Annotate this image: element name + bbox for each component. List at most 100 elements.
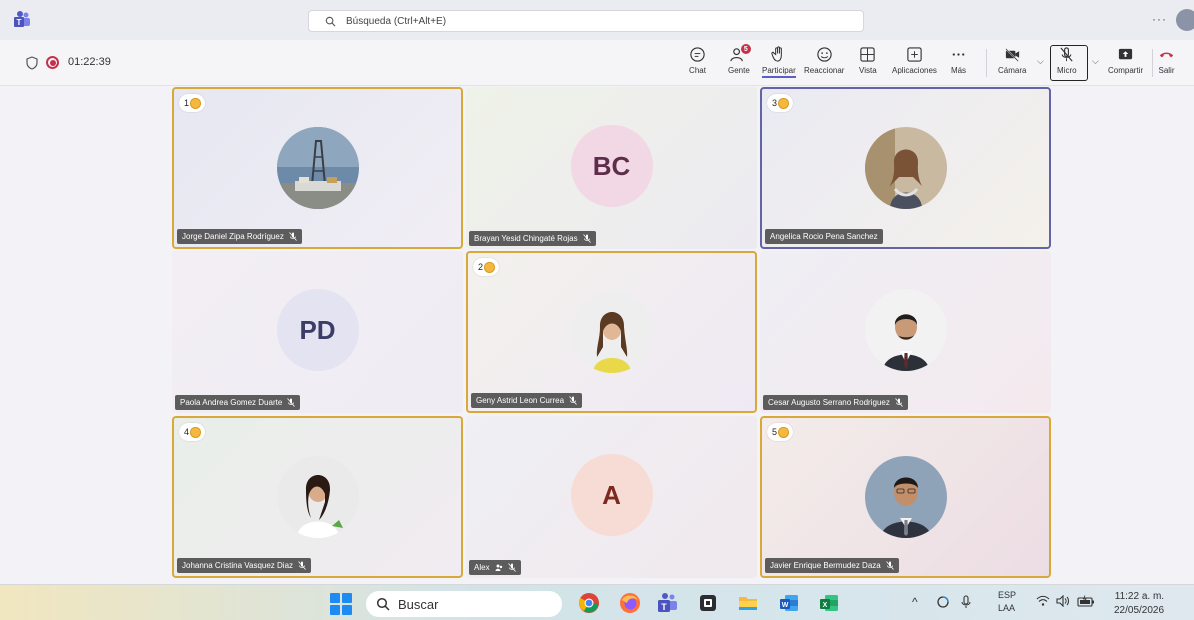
tray-overflow-chevron-icon[interactable]: ^ xyxy=(912,595,918,609)
mic-options-chevron-icon[interactable]: ⌵ xyxy=(1092,56,1099,67)
word-icon[interactable]: W xyxy=(778,592,800,614)
participant-tile[interactable]: 4 Johanna Cristina Vasquez Diaz xyxy=(172,416,463,578)
mic-muted-icon xyxy=(582,234,591,243)
share-icon xyxy=(1118,48,1133,60)
teams-taskbar-icon[interactable]: T xyxy=(656,592,678,614)
cloud-sync-icon[interactable] xyxy=(936,595,950,609)
participant-tile[interactable]: 5 Javier Enrique Bermudez Daza xyxy=(760,416,1051,578)
more-button[interactable]: Más xyxy=(950,46,967,75)
wifi-icon[interactable] xyxy=(1036,595,1050,607)
user-avatar[interactable] xyxy=(1176,9,1194,31)
camera-options-chevron-icon[interactable]: ⌵ xyxy=(1037,56,1044,67)
participant-tile-active-speaker[interactable]: 3 Angelica Rocio Pena Sanchez xyxy=(760,87,1051,249)
participant-name: Cesar Augusto Serrano Rodriguez xyxy=(768,398,890,407)
mic-muted-icon xyxy=(569,396,577,405)
svg-text:T: T xyxy=(17,18,22,27)
excel-icon[interactable]: X xyxy=(818,592,840,614)
raised-hand-badge: 2 xyxy=(473,258,500,276)
participant-photo xyxy=(276,127,359,209)
file-explorer-icon[interactable] xyxy=(737,592,759,614)
battery-icon[interactable] xyxy=(1077,595,1095,607)
mic-muted-icon xyxy=(287,398,296,407)
search-bar[interactable]: Búsqueda (Ctrl+Alt+E) xyxy=(308,10,864,32)
svg-text:X: X xyxy=(823,602,828,609)
mic-tray-icon[interactable] xyxy=(960,595,972,609)
taskbar-search[interactable]: Buscar xyxy=(366,591,562,617)
participant-name-tag: Cesar Augusto Serrano Rodriguez xyxy=(763,395,908,410)
participant-name-tag: Alex xyxy=(469,560,521,575)
hand-order: 4 xyxy=(184,427,190,437)
react-label: Reaccionar xyxy=(804,66,845,75)
react-button[interactable]: Reaccionar xyxy=(804,46,844,75)
participant-name-tag: Geny Astrid Leon Currea xyxy=(471,393,583,408)
grid-view-icon xyxy=(860,47,875,62)
participant-initials-avatar: BC xyxy=(570,125,653,207)
toolbar-divider xyxy=(1152,49,1153,77)
mic-muted-icon xyxy=(289,232,297,241)
search-icon xyxy=(376,597,390,611)
camera-button[interactable]: Cámara xyxy=(998,46,1026,75)
mic-off-icon xyxy=(1060,47,1073,62)
raised-hand-icon xyxy=(484,261,496,273)
recording-icon xyxy=(46,56,59,69)
camera-off-icon xyxy=(1005,48,1019,62)
mic-muted-icon xyxy=(885,561,894,570)
participant-name-tag: Brayan Yesid Chingaté Rojas xyxy=(469,231,596,246)
participant-name: Jorge Daniel Zipa Rodríguez xyxy=(182,232,284,241)
more-options-icon[interactable]: ··· xyxy=(1152,12,1167,26)
keyboard-language[interactable]: ESP LAA xyxy=(998,589,1016,615)
people-badge: 5 xyxy=(740,44,751,54)
view-button[interactable]: Vista xyxy=(859,46,877,75)
system-clock[interactable]: 11:22 a. m. 22/05/2026 xyxy=(1114,590,1164,618)
firefox-icon[interactable] xyxy=(619,592,641,614)
participant-tile[interactable]: 2 Geny Astrid Leon Currea xyxy=(466,251,757,413)
participant-tile[interactable]: BC Brayan Yesid Chingaté Rojas xyxy=(466,87,757,249)
search-icon xyxy=(325,16,336,26)
participant-name: Alex xyxy=(474,563,490,572)
share-button[interactable]: Compartir xyxy=(1108,46,1143,75)
guest-icon xyxy=(495,564,502,571)
svg-text:T: T xyxy=(661,602,667,612)
apps-button[interactable]: Aplicaciones xyxy=(892,46,937,75)
chat-icon xyxy=(690,47,705,62)
windows-start-icon[interactable] xyxy=(330,593,352,615)
leave-button[interactable]: Salir xyxy=(1158,46,1175,75)
more-label: Más xyxy=(950,66,967,75)
mic-muted-icon xyxy=(298,561,306,570)
mic-label: Micro xyxy=(1057,66,1077,75)
participant-name: Brayan Yesid Chingaté Rojas xyxy=(474,234,578,243)
raised-hand-badge: 4 xyxy=(179,423,206,441)
raised-hand-icon xyxy=(778,426,790,438)
raised-hand-icon xyxy=(778,97,790,109)
leave-label: Salir xyxy=(1158,66,1175,75)
volume-icon[interactable] xyxy=(1056,595,1070,607)
participant-name: Javier Enrique Bermudez Daza xyxy=(770,561,881,570)
participant-initials-avatar: A xyxy=(570,454,653,536)
hand-order: 3 xyxy=(772,98,778,108)
participant-tile[interactable]: Cesar Augusto Serrano Rodriguez xyxy=(760,251,1051,413)
view-label: Vista xyxy=(859,66,877,75)
chrome-icon[interactable] xyxy=(578,592,600,614)
participant-tile[interactable]: PD Paola Andrea Gomez Duarte xyxy=(172,251,463,413)
hand-order: 1 xyxy=(184,98,190,108)
toolbar-divider xyxy=(986,49,987,77)
people-button[interactable]: 5 Gente xyxy=(728,44,751,75)
outlook-icon[interactable] xyxy=(697,592,719,614)
language-code: ESP xyxy=(998,590,1017,600)
participant-name: Paola Andrea Gomez Duarte xyxy=(180,398,283,407)
apps-label: Aplicaciones xyxy=(892,66,937,75)
meeting-toolbar: 01:22:39 Chat 5 Gente Participar Reaccio… xyxy=(0,40,1194,86)
raised-hand-badge: 1 xyxy=(179,94,206,112)
participate-button[interactable]: Participar xyxy=(762,46,796,78)
more-dots-icon xyxy=(952,53,965,56)
participant-photo xyxy=(570,291,653,373)
raised-hand-icon xyxy=(190,426,202,438)
people-label: Gente xyxy=(728,66,750,75)
chat-button[interactable]: Chat xyxy=(689,46,706,75)
shield-icon[interactable] xyxy=(26,56,38,70)
teams-logo-icon[interactable]: T xyxy=(12,10,32,30)
participant-tile[interactable]: A Alex xyxy=(466,416,757,578)
mic-button[interactable]: Micro xyxy=(1057,46,1077,75)
participant-name-tag: Angelica Rocio Pena Sanchez xyxy=(765,229,883,244)
participant-tile[interactable]: 1 Jorge Daniel Zipa Rodríguez xyxy=(172,87,463,249)
